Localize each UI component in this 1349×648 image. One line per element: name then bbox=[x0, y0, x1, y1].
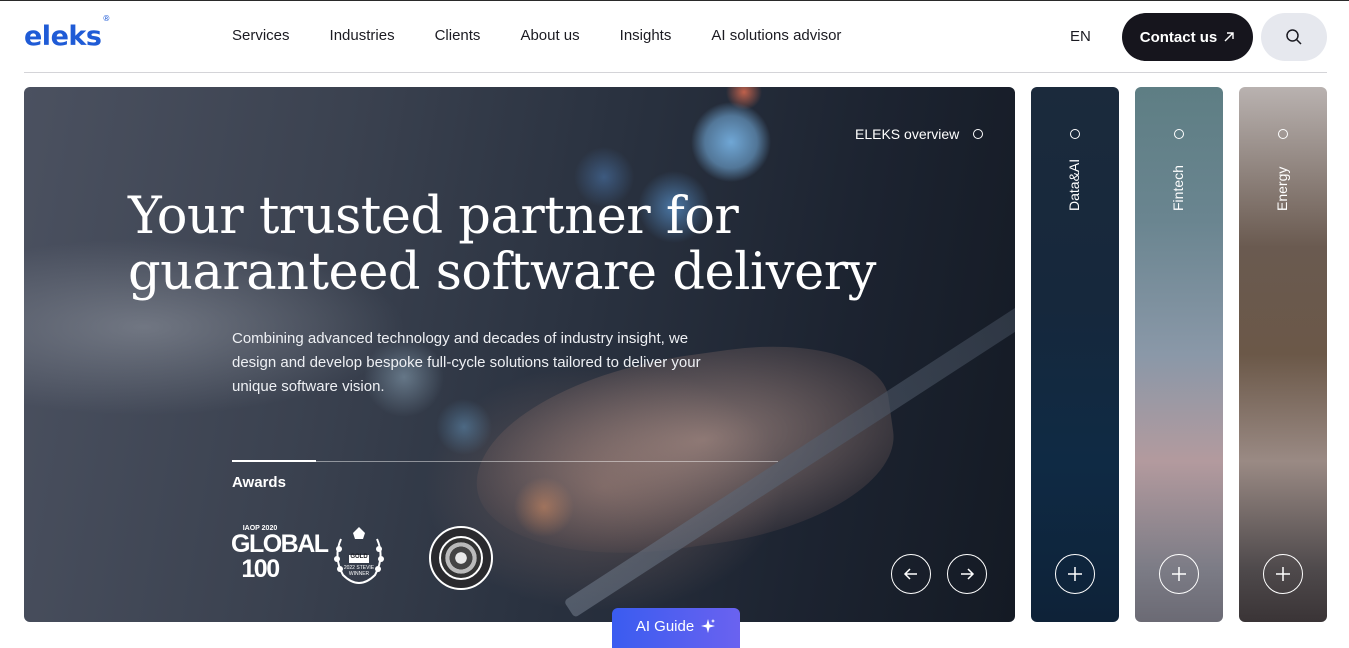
contact-us-label: Contact us bbox=[1139, 28, 1218, 46]
awards-label: Awards bbox=[232, 474, 286, 491]
expand-data-ai-button[interactable] bbox=[1055, 554, 1095, 594]
awards-divider-accent bbox=[232, 460, 316, 462]
circle-dot-icon bbox=[973, 129, 984, 139]
expand-fintech-button[interactable] bbox=[1159, 554, 1199, 594]
panel-energy[interactable]: Energy bbox=[1239, 87, 1327, 622]
nav-industries[interactable]: Industries bbox=[330, 27, 395, 44]
prev-slide-button[interactable] bbox=[891, 554, 931, 594]
expand-energy-button[interactable] bbox=[1263, 554, 1303, 594]
award-global-100-title: GLOBAL bbox=[231, 530, 329, 558]
next-slide-button[interactable] bbox=[947, 554, 987, 594]
language-switch[interactable]: EN bbox=[1070, 28, 1091, 45]
arrow-right-icon bbox=[961, 568, 975, 580]
header-divider bbox=[24, 72, 1327, 73]
ai-guide-button[interactable]: AI Guide bbox=[612, 608, 740, 648]
award-global-100-number: 100 bbox=[241, 555, 280, 583]
panel-data-ai-label: Data&AI bbox=[1066, 158, 1082, 211]
search-button[interactable] bbox=[1261, 13, 1327, 61]
contact-us-button[interactable]: Contact us bbox=[1122, 13, 1253, 61]
site-header: eleks® Services Industries Clients About… bbox=[0, 1, 1349, 73]
hero-subtext: Combining advanced technology and decade… bbox=[232, 330, 701, 395]
nav-clients[interactable]: Clients bbox=[435, 27, 481, 44]
hero-headline: Your trusted partner for guaranteed soft… bbox=[128, 189, 876, 301]
plus-icon bbox=[1172, 567, 1186, 581]
search-icon bbox=[1286, 29, 1302, 45]
plus-icon bbox=[1276, 567, 1290, 581]
plus-icon bbox=[1068, 567, 1082, 581]
panel-energy-label: Energy bbox=[1274, 166, 1290, 211]
headline-line-2: guaranteed software delivery bbox=[128, 243, 876, 302]
award-seal-badge bbox=[429, 526, 493, 590]
award-global-100: IAOP 2020 GLOBAL 100 bbox=[231, 525, 329, 583]
arrow-left-icon bbox=[903, 568, 917, 580]
sparkle-icon bbox=[701, 619, 716, 633]
award-stevie-gold-caption: 2022 STEVIE WINNER bbox=[343, 565, 375, 577]
eleks-overview-link[interactable]: ELEKS overview bbox=[855, 126, 984, 142]
nav-ai-solutions-advisor[interactable]: AI solutions advisor bbox=[711, 27, 841, 44]
panel-data-ai[interactable]: Data&AI bbox=[1031, 87, 1119, 622]
nav-about-us[interactable]: About us bbox=[520, 27, 579, 44]
nav-insights[interactable]: Insights bbox=[620, 27, 672, 44]
circle-dot-icon bbox=[1070, 129, 1080, 139]
logo-registered-mark: ® bbox=[102, 14, 110, 23]
panel-fintech[interactable]: Fintech bbox=[1135, 87, 1223, 622]
eleks-logo[interactable]: eleks® bbox=[24, 14, 110, 52]
headline-line-1: Your trusted partner for bbox=[128, 187, 739, 246]
circle-dot-icon bbox=[1278, 129, 1288, 139]
award-stevie-gold-label: GOLD bbox=[350, 554, 368, 560]
panel-fintech-label: Fintech bbox=[1170, 165, 1186, 211]
circle-dot-icon bbox=[1174, 129, 1184, 139]
hero-slide: ELEKS overview Your trusted partner for … bbox=[24, 87, 1015, 622]
nav-services[interactable]: Services bbox=[232, 27, 290, 44]
logo-text: eleks bbox=[24, 21, 102, 52]
ai-guide-label: AI Guide bbox=[635, 617, 695, 635]
overview-label: ELEKS overview bbox=[855, 126, 960, 142]
award-seal-inner bbox=[439, 536, 483, 580]
main-nav: Services Industries Clients About us Ins… bbox=[232, 27, 841, 44]
arrow-up-right-icon bbox=[1224, 32, 1234, 42]
